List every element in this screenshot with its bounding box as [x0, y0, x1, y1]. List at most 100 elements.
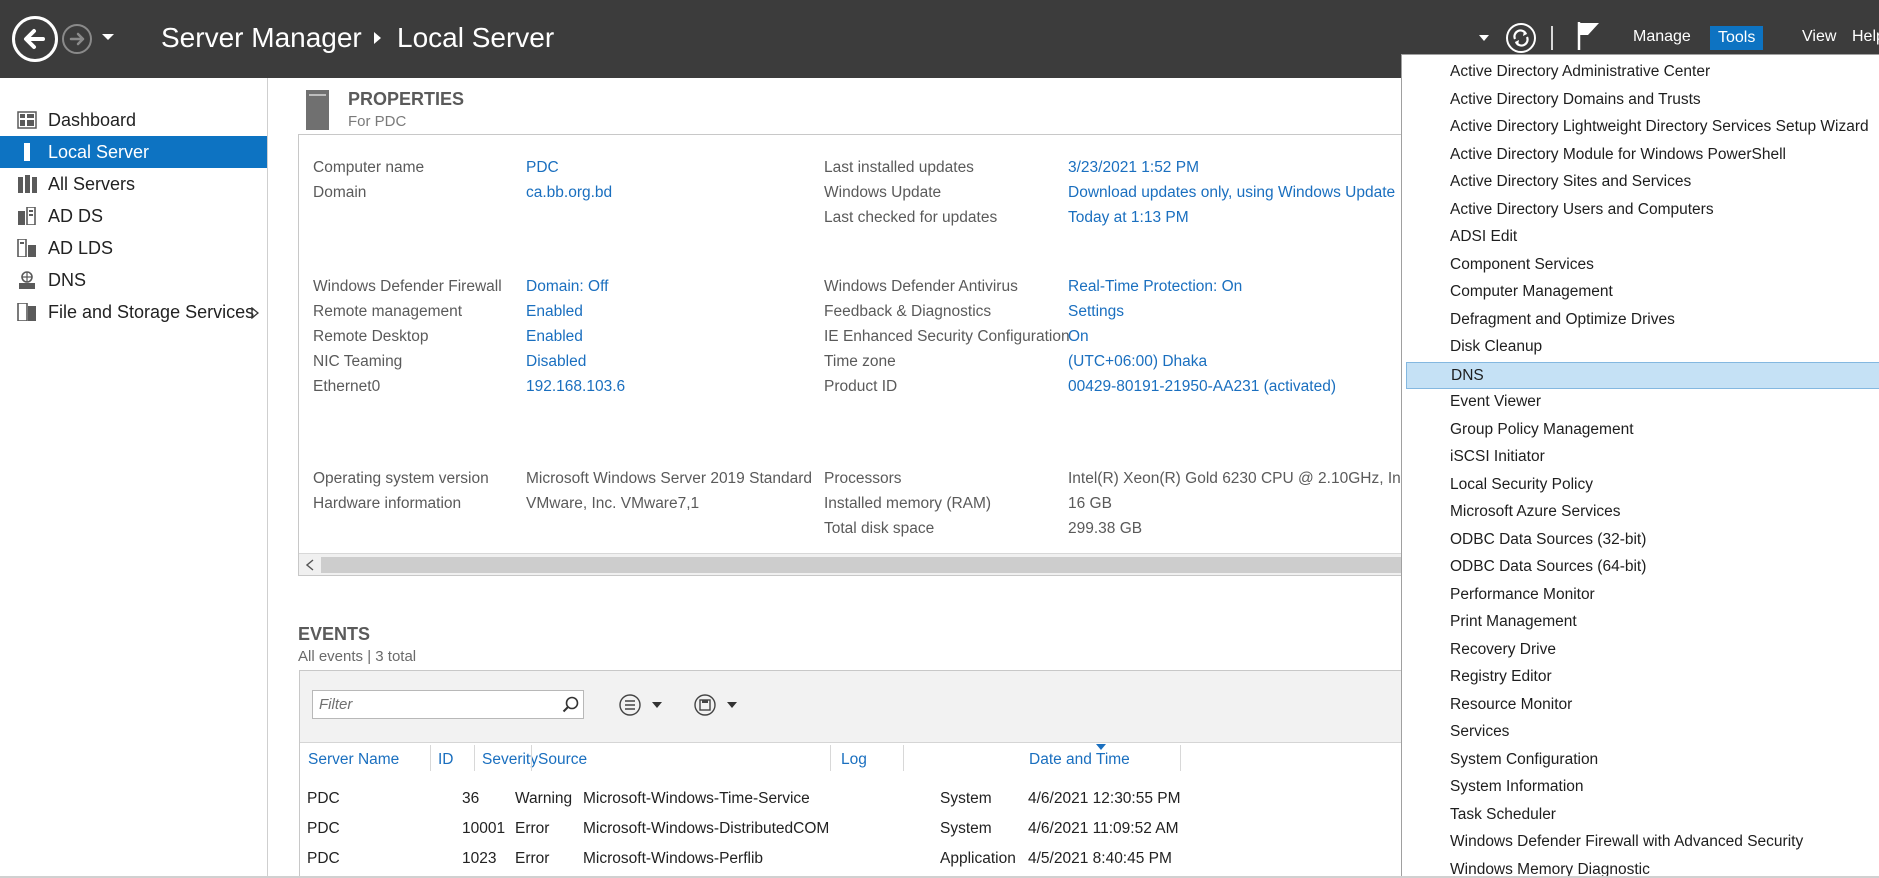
- menu-item-iscsi-initiator[interactable]: iSCSI Initiator: [1406, 444, 1879, 471]
- menu-item-system-configuration[interactable]: System Configuration: [1406, 747, 1879, 774]
- menu-item-label: Local Security Policy: [1450, 475, 1594, 493]
- menu-item-registry-editor[interactable]: Registry Editor: [1406, 664, 1879, 691]
- cell-source: Microsoft-Windows-Time-Service: [583, 790, 810, 807]
- menu-item-defender-firewall[interactable]: Windows Defender Firewall with Advanced …: [1406, 829, 1879, 856]
- menu-item-adsi-edit[interactable]: ADSI Edit: [1406, 224, 1879, 251]
- column-header-source[interactable]: Source: [538, 751, 587, 769]
- menu-item-label: ADSI Edit: [1450, 228, 1518, 245]
- column-divider[interactable]: [903, 745, 904, 771]
- cell-server-name: PDC: [307, 790, 340, 807]
- menu-item-print-management[interactable]: Print Management: [1406, 609, 1879, 636]
- prop-value-ie-esc[interactable]: On: [1068, 328, 1089, 346]
- column-header-server-name[interactable]: Server Name: [308, 751, 399, 769]
- sidebar-item-file-and-storage[interactable]: File and Storage Services: [0, 296, 267, 328]
- menu-item-task-scheduler[interactable]: Task Scheduler: [1406, 802, 1879, 829]
- menu-item-ad-admin-center[interactable]: Active Directory Administrative Center: [1406, 59, 1879, 86]
- menu-item-services[interactable]: Services: [1406, 719, 1879, 746]
- menu-item-computer-management[interactable]: Computer Management: [1406, 279, 1879, 306]
- sidebar-item-ad-lds[interactable]: AD LDS: [0, 232, 267, 264]
- prop-value-antivirus[interactable]: Real-Time Protection: On: [1068, 278, 1242, 296]
- column-header-id[interactable]: ID: [438, 751, 454, 769]
- prop-value-windows-update[interactable]: Download updates only, using Windows Upd…: [1068, 184, 1395, 202]
- menu-item-memory-diagnostic[interactable]: Windows Memory Diagnostic: [1406, 857, 1879, 878]
- save-query-icon[interactable]: [693, 693, 739, 717]
- prop-value-remote-desktop[interactable]: Enabled: [526, 328, 583, 346]
- notifications-flag-icon[interactable]: [1576, 20, 1602, 52]
- chevron-down-icon[interactable]: [1478, 33, 1490, 43]
- scroll-left-icon[interactable]: [306, 559, 314, 571]
- menu-item-ad-users-computers[interactable]: Active Directory Users and Computers: [1406, 197, 1879, 224]
- menu-help[interactable]: Help: [1852, 28, 1879, 46]
- table-row[interactable]: PDC 1023 Error Microsoft-Windows-Perflib…: [300, 850, 1402, 875]
- menu-item-resource-monitor[interactable]: Resource Monitor: [1406, 692, 1879, 719]
- menu-item-label: Task Scheduler: [1450, 805, 1556, 823]
- prop-value-remote-management[interactable]: Enabled: [526, 303, 583, 321]
- properties-subtitle: For PDC: [348, 113, 407, 130]
- sidebar-item-all-servers[interactable]: All Servers: [0, 168, 267, 200]
- horizontal-scrollbar[interactable]: [299, 553, 1402, 575]
- sidebar-item-ad-ds[interactable]: AD DS: [0, 200, 267, 232]
- prop-label-domain: Domain: [313, 184, 367, 201]
- menu-item-system-information[interactable]: System Information: [1406, 774, 1879, 801]
- prop-value-computer-name[interactable]: PDC: [526, 159, 559, 177]
- chevron-down-icon[interactable]: [100, 29, 116, 45]
- column-header-severity[interactable]: Severity: [482, 751, 538, 769]
- menu-item-dns[interactable]: DNS: [1406, 361, 1879, 389]
- menu-item-odbc-32[interactable]: ODBC Data Sources (32-bit): [1406, 527, 1879, 554]
- prop-value-last-checked[interactable]: Today at 1:13 PM: [1068, 209, 1189, 227]
- menu-item-ad-lds-setup[interactable]: Active Directory Lightweight Directory S…: [1406, 114, 1879, 141]
- menu-item-event-viewer[interactable]: Event Viewer: [1406, 389, 1879, 416]
- column-header-log[interactable]: Log: [841, 751, 867, 769]
- prop-value-nic-teaming[interactable]: Disabled: [526, 353, 586, 371]
- cell-id: 1023: [462, 850, 497, 867]
- scrollbar-thumb[interactable]: [321, 557, 1401, 573]
- menu-item-group-policy[interactable]: Group Policy Management: [1406, 417, 1879, 444]
- menu-item-defragment[interactable]: Defragment and Optimize Drives: [1406, 307, 1879, 334]
- menu-manage[interactable]: Manage: [1633, 28, 1691, 46]
- column-divider[interactable]: [531, 745, 532, 771]
- column-header-date-time[interactable]: Date and Time: [1029, 751, 1130, 769]
- sidebar-item-label: AD DS: [48, 206, 104, 226]
- search-icon[interactable]: [562, 696, 580, 714]
- column-divider[interactable]: [474, 745, 475, 771]
- sidebar-item-dns[interactable]: DNS: [0, 264, 267, 296]
- prop-value-last-installed[interactable]: 3/23/2021 1:52 PM: [1068, 159, 1199, 177]
- menu-item-performance-monitor[interactable]: Performance Monitor: [1406, 582, 1879, 609]
- menu-item-component-services[interactable]: Component Services: [1406, 252, 1879, 279]
- back-arrow-icon: [15, 19, 55, 59]
- prop-label-feedback: Feedback & Diagnostics: [824, 303, 992, 320]
- column-divider[interactable]: [1180, 745, 1181, 771]
- prop-value-firewall[interactable]: Domain: Off: [526, 278, 608, 296]
- prop-value-ethernet[interactable]: 192.168.103.6: [526, 378, 625, 396]
- sidebar-item-dashboard[interactable]: Dashboard: [0, 104, 267, 136]
- menu-item-ad-powershell[interactable]: Active Directory Module for Windows Powe…: [1406, 142, 1879, 169]
- sidebar-item-local-server[interactable]: Local Server: [0, 136, 267, 168]
- menu-item-ad-sites-services[interactable]: Active Directory Sites and Services: [1406, 169, 1879, 196]
- menu-tools[interactable]: Tools: [1710, 26, 1764, 50]
- prop-value-product-id[interactable]: 00429-80191-21950-AA231 (activated): [1068, 378, 1336, 396]
- menu-view[interactable]: View: [1802, 28, 1836, 46]
- menu-item-recovery-drive[interactable]: Recovery Drive: [1406, 637, 1879, 664]
- prop-value-time-zone[interactable]: (UTC+06:00) Dhaka: [1068, 353, 1207, 371]
- prop-value-feedback[interactable]: Settings: [1068, 303, 1124, 321]
- prop-label-time-zone: Time zone: [824, 353, 896, 370]
- table-row[interactable]: PDC 36 Warning Microsoft-Windows-Time-Se…: [300, 790, 1402, 815]
- menu-item-ad-domains-trusts[interactable]: Active Directory Domains and Trusts: [1406, 87, 1879, 114]
- column-divider[interactable]: [430, 745, 431, 771]
- chevron-right-icon[interactable]: [251, 307, 259, 319]
- prop-value-domain[interactable]: ca.bb.org.bd: [526, 184, 612, 202]
- refresh-icon[interactable]: [1505, 22, 1537, 54]
- menu-item-label: Active Directory Domains and Trusts: [1450, 90, 1701, 108]
- menu-item-azure-services[interactable]: Microsoft Azure Services: [1406, 499, 1879, 526]
- column-divider[interactable]: [830, 745, 831, 771]
- filter-input[interactable]: [312, 690, 584, 719]
- back-button[interactable]: [12, 16, 58, 62]
- query-options-icon[interactable]: [618, 693, 664, 717]
- table-row[interactable]: PDC 10001 Error Microsoft-Windows-Distri…: [300, 820, 1402, 845]
- prop-label-memory: Installed memory (RAM): [824, 495, 992, 512]
- server-tile-icon: [306, 90, 329, 130]
- forward-button[interactable]: [62, 24, 92, 54]
- menu-item-disk-cleanup[interactable]: Disk Cleanup: [1406, 334, 1879, 361]
- menu-item-local-security-policy[interactable]: Local Security Policy: [1406, 472, 1879, 499]
- menu-item-odbc-64[interactable]: ODBC Data Sources (64-bit): [1406, 554, 1879, 581]
